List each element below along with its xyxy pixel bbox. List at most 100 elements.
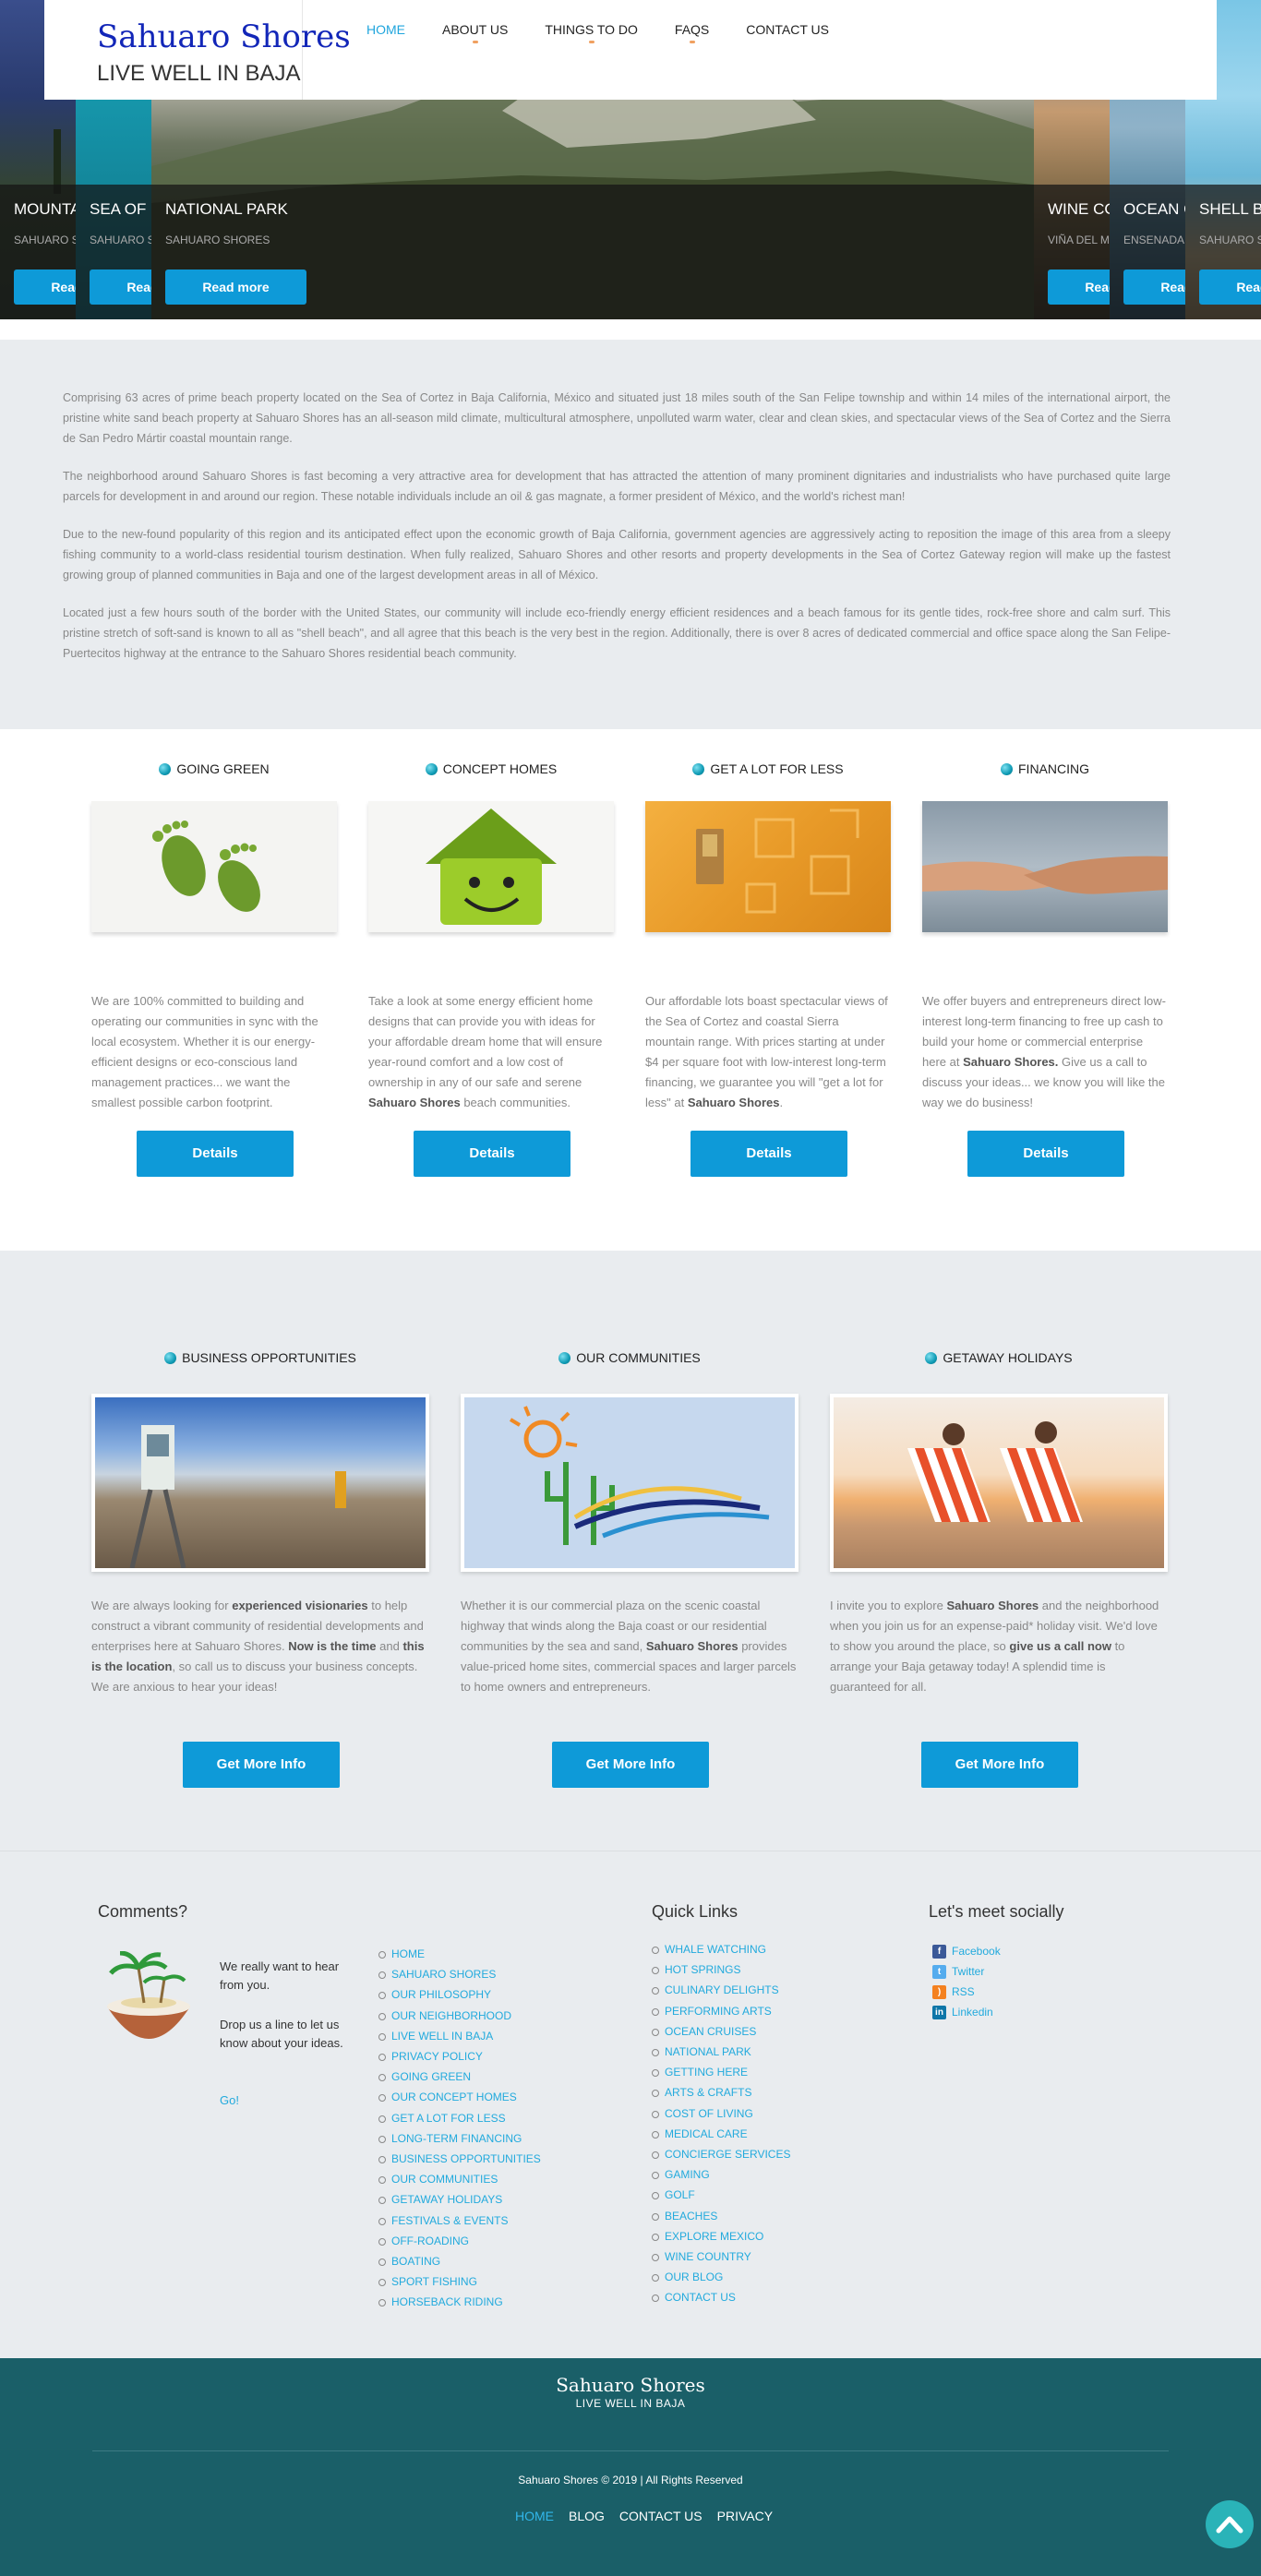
footer-link[interactable]: SPORT FISHING [378,2271,541,2292]
opportunity-text-bold: Now is the time [288,1639,377,1653]
features-section: GOING GREEN We are 100% committed to bui… [0,729,1261,1251]
footer-link[interactable]: LIVE WELL IN BAJA [378,2026,541,2046]
beach-chairs-sunset-image [830,1394,1168,1572]
footer-nav-privacy[interactable]: PRIVACY [717,2509,773,2523]
nav-home[interactable]: HOME [366,22,405,43]
nav-things-to-do[interactable]: THINGS TO DO [545,22,638,43]
feature-title-text: CONCEPT HOMES [442,761,558,776]
nav-about-us[interactable]: ABOUT US [442,22,508,43]
footer-link[interactable]: GETTING HERE [652,2062,790,2082]
nav-label: CONTACT US [746,22,829,37]
comments-text: We really want to hear from you. [220,1959,340,1992]
read-more-button[interactable]: Read more [1123,270,1185,305]
footer-link[interactable]: OUR PHILOSOPHY [378,1984,541,2005]
get-more-info-button[interactable]: Get More Info [921,1742,1078,1788]
footer-link[interactable]: OUR NEIGHBORHOOD [378,2006,541,2026]
scroll-to-top-button[interactable] [1206,2500,1254,2548]
read-more-button[interactable]: Read more [1048,270,1110,305]
footer-link[interactable]: BEACHES [652,2206,790,2226]
social-label: Facebook [952,1945,1001,1958]
feature-text-bold: Sahuaro Shores [368,1096,461,1109]
footer-link[interactable]: HOT SPRINGS [652,1959,790,1980]
details-button[interactable]: Details [414,1131,570,1177]
social-link-rss[interactable]: ) RSS [932,1982,1001,2002]
footer-link[interactable]: FESTIVALS & EVENTS [378,2211,541,2231]
read-more-button[interactable]: Read more [1199,270,1261,305]
footer-link[interactable]: ARTS & CRAFTS [652,2082,790,2103]
feature-title: GET A LOT FOR LESS [645,759,891,779]
get-more-info-button[interactable]: Get More Info [183,1742,340,1788]
go-link[interactable]: Go! [220,2093,239,2107]
feature-financing: FINANCING We offer buyers and entreprene… [922,759,1168,1109]
intro-paragraph: Comprising 63 acres of prime beach prope… [63,391,1171,445]
details-button[interactable]: Details [137,1131,294,1177]
feature-description: We offer buyers and entrepreneurs direct… [922,991,1168,1113]
details-button[interactable]: Details [967,1131,1124,1177]
footer-link[interactable]: NATIONAL PARK [652,2042,790,2062]
globe-icon [692,762,705,775]
footer-nav-blog[interactable]: BLOG [569,2509,605,2523]
footer-link[interactable]: WINE COUNTRY [652,2247,790,2267]
footer-link[interactable]: OCEAN CRUISES [652,2021,790,2042]
social-heading: Let's meet socially [929,1902,1064,1921]
footer-link[interactable]: HOME [378,1944,541,1964]
footer-link[interactable]: CONCIERGE SERVICES [652,2144,790,2164]
opportunity-text-bold: Sahuaro Shores [645,1639,739,1653]
feature-title: GOING GREEN [91,759,337,779]
opportunities-section: BUSINESS OPPORTUNITIES We are always loo… [0,1251,1261,1851]
nav-contact-us[interactable]: CONTACT US [746,22,829,43]
footer-link[interactable]: BOATING [378,2251,541,2271]
read-more-button[interactable]: Read more [90,270,151,305]
footer-link[interactable]: GOLF [652,2185,790,2205]
feature-text: . [779,1096,784,1109]
opportunity-text-bold: Sahuaro Shores [946,1599,1039,1612]
slide-title: NATIONAL PARK [165,200,288,218]
read-more-button[interactable]: Read more [14,270,76,305]
footer-link[interactable]: GETAWAY HOLIDAYS [378,2189,541,2210]
slide-subtitle: SAHUARO SHORES [165,234,270,246]
footer-link[interactable]: MEDICAL CARE [652,2124,790,2144]
footer-nav-home[interactable]: HOME [515,2509,554,2523]
read-more-button[interactable]: Read more [165,270,306,305]
footer-link[interactable]: EXPLORE MEXICO [652,2226,790,2247]
opportunity-title: GETAWAY HOLIDAYS [830,1348,1168,1368]
globe-icon [1001,762,1013,775]
footer-link[interactable]: GOING GREEN [378,2067,541,2087]
footer-link[interactable]: OFF-ROADING [378,2231,541,2251]
slide-subtitle: VIÑA DEL MAR [1048,234,1110,246]
footer-link[interactable]: COST OF LIVING [652,2103,790,2124]
footer-link[interactable]: OUR BLOG [652,2267,790,2287]
slide-title: MOUNTAINS [14,200,76,218]
footer-link[interactable]: PRIVACY POLICY [378,2046,541,2067]
footer-link[interactable]: CULINARY DELIGHTS [652,1980,790,2000]
details-button[interactable]: Details [691,1131,847,1177]
slide-title: SEA OF CORTEZ [90,200,151,218]
footer-link[interactable]: LONG-TERM FINANCING [378,2128,541,2149]
opportunity-title: BUSINESS OPPORTUNITIES [91,1348,429,1368]
footer-nav-contact-us[interactable]: CONTACT US [619,2509,703,2523]
footer-link[interactable]: OUR CONCEPT HOMES [378,2087,541,2107]
smiling-green-house-image [368,801,614,932]
footer-link[interactable]: CONTACT US [652,2287,790,2307]
coin-in-slot-image [645,801,891,932]
footer-link[interactable]: BUSINESS OPPORTUNITIES [378,2149,541,2169]
footer-link[interactable]: GET A LOT FOR LESS [378,2108,541,2128]
opportunity-text-bold: give us a call now [1009,1639,1111,1653]
social-link-twitter[interactable]: t Twitter [932,1961,1001,1982]
opportunity-title-text: BUSINESS OPPORTUNITIES [182,1350,356,1365]
social-link-linkedin[interactable]: in Linkedin [932,2002,1001,2022]
social-link-facebook[interactable]: f Facebook [932,1941,1001,1961]
footer-link[interactable]: WHALE WATCHING [652,1939,790,1959]
nav-faqs[interactable]: FAQS [675,22,709,43]
logo-name: Sahuaro Shores [97,18,351,55]
intro-paragraph: Located just a few hours south of the bo… [63,606,1171,660]
site-logo[interactable]: Sahuaro Shores LIVE WELL IN BAJA [44,0,351,100]
slide-title: SHELL BEACH [1199,200,1261,218]
get-more-info-button[interactable]: Get More Info [552,1742,709,1788]
footer-link[interactable]: OUR COMMUNITIES [378,2169,541,2189]
footer-link[interactable]: GAMING [652,2164,790,2185]
feature-description: Take a look at some energy efficient hom… [368,991,614,1113]
footer-link[interactable]: HORSEBACK RIDING [378,2292,541,2312]
footer-link[interactable]: SAHUARO SHORES [378,1964,541,1984]
footer-link[interactable]: PERFORMING ARTS [652,2001,790,2021]
